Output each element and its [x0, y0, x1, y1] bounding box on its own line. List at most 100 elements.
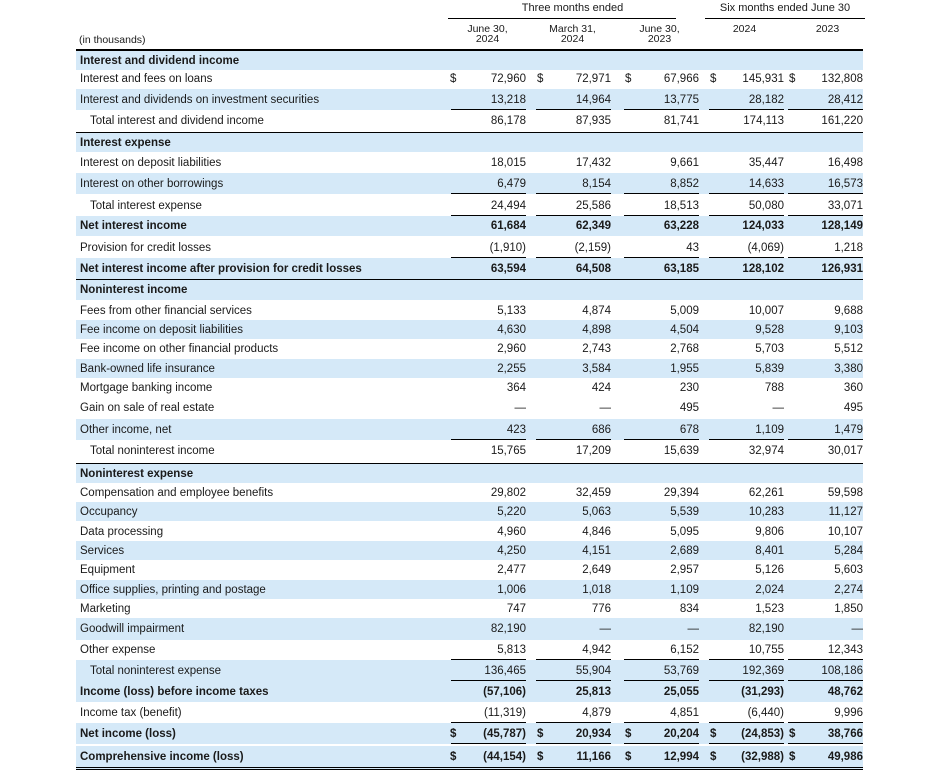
- row-label: Interest on deposit liabilities: [80, 156, 222, 169]
- col-header-4: 2024: [712, 24, 777, 35]
- cell-col-3: 9,661: [670, 156, 699, 169]
- table-row: Net interest income 61,684 62,349 63,228 124…: [76, 216, 863, 236]
- cell-col-1: 6,479: [497, 177, 526, 190]
- cell-col-1: (11,319): [484, 707, 526, 719]
- table-row: Gain on sale of real estate — — 495 — 495: [76, 397, 863, 419]
- cell-col-3: 4,851: [670, 707, 699, 719]
- cell-col-2: 4,879: [582, 707, 611, 719]
- cell-col-1: 1,006: [497, 583, 526, 596]
- cell-col-3: 834: [679, 602, 699, 615]
- row-label: Net interest income after provision for …: [80, 262, 362, 275]
- cell-col-5: 30,017: [827, 444, 863, 457]
- cell-col-4: 788: [764, 381, 784, 394]
- cell-col-4: 5,126: [755, 563, 784, 576]
- cell-col-5: 10,107: [827, 525, 863, 538]
- row-label: Provision for credit losses: [80, 241, 212, 254]
- cell-col-1: 13,218: [490, 93, 526, 106]
- cell-col-1: —: [514, 402, 527, 414]
- table-row: Other expense 5,813 4,942 6,152 10,755 12,343: [76, 640, 863, 660]
- table-row: Services 4,250 4,151 2,689 8,401 5,284: [76, 541, 863, 560]
- table-row: Total noninterest income 15,765 17,209 15,6…: [76, 440, 863, 461]
- cell-col-4: 32,974: [748, 444, 784, 457]
- cell-col-4: 2,024: [755, 583, 784, 596]
- table-row: Net interest income after provision for …: [76, 258, 863, 279]
- cell-col-2: 1,018: [582, 583, 611, 596]
- table-top-rule: [76, 49, 863, 50]
- cell-col-4: 9,528: [755, 323, 784, 336]
- table-row: Office supplies, printing and postage 1,0…: [76, 580, 863, 599]
- cell-col-2: 25,586: [575, 199, 611, 212]
- row-label: Office supplies, printing and postage: [80, 583, 266, 596]
- row-label: Income tax (benefit): [80, 707, 182, 719]
- currency-symbol: $: [450, 72, 457, 85]
- cell-col-3: 81,741: [663, 114, 699, 127]
- cell-col-4: (24,853): [741, 727, 784, 740]
- cell-col-1: (45,787): [483, 727, 526, 740]
- currency-symbol: $: [450, 750, 457, 763]
- row-label: Other expense: [80, 644, 156, 656]
- cell-col-1: 5,133: [497, 304, 526, 317]
- cell-col-5: 16,498: [827, 156, 863, 169]
- cell-col-1: 423: [506, 423, 526, 436]
- cell-col-1: 2,477: [497, 563, 526, 576]
- row-label: Comprehensive income (loss): [80, 750, 244, 763]
- cell-col-5: 128,149: [821, 220, 863, 232]
- currency-symbol: $: [789, 750, 796, 763]
- cell-col-1: 18,015: [490, 156, 526, 169]
- cell-col-5: 3,380: [834, 362, 863, 375]
- cell-col-5: 495: [843, 402, 863, 414]
- cell-col-2: 64,508: [575, 262, 611, 275]
- cell-col-4: 35,447: [748, 156, 784, 169]
- table-row: Occupancy 5,220 5,063 5,539 10,283 11,127: [76, 502, 863, 521]
- cell-col-4: 8,401: [755, 544, 784, 557]
- cell-col-3: 15,639: [663, 444, 699, 457]
- subtotal-rule: [709, 193, 784, 194]
- table-row: Comprehensive income (loss) (44,154) $11,1…: [76, 746, 863, 770]
- table-row: Interest on other borrowings 6,479 8,154 8,…: [76, 173, 863, 194]
- cell-col-3: 18,513: [663, 199, 699, 212]
- row-label: Total interest expense: [90, 199, 202, 212]
- cell-col-5: —: [851, 623, 864, 635]
- cell-col-2: 2,743: [582, 342, 611, 355]
- section-header-row: Interest and dividend income: [76, 50, 863, 70]
- cell-col-2: —: [599, 402, 612, 414]
- row-label: Fees from other financial services: [80, 304, 252, 317]
- table-row: Net income (loss) (45,787) $20,934 $20,204 $…: [76, 723, 863, 744]
- cell-col-5: 5,284: [834, 544, 863, 557]
- cell-col-4: (31,293): [741, 685, 784, 698]
- cell-col-5: 1,479: [834, 423, 863, 436]
- subtotal-rule: [536, 193, 611, 194]
- cell-col-5: 28,412: [827, 93, 863, 106]
- col-header-3: June 30, 2023: [627, 24, 692, 45]
- cell-col-5: 12,343: [827, 644, 863, 656]
- six-months-rule: [705, 18, 865, 19]
- cell-col-2: 17,432: [575, 156, 611, 169]
- cell-col-5: 9,103: [834, 323, 863, 336]
- cell-col-5: 126,931: [821, 262, 863, 275]
- table-row: Fees from other financial services 5,133 4…: [76, 301, 863, 320]
- cell-col-3: 67,966: [663, 72, 699, 85]
- subtotal-rule: [624, 743, 699, 744]
- units-label: (in thousands): [79, 34, 146, 46]
- col-header-line2: 2023: [647, 33, 672, 45]
- table-row: Interest and dividends on investment sec…: [76, 89, 863, 110]
- table-row: Data processing 4,960 4,846 5,095 9,806 10,10…: [76, 522, 863, 541]
- row-label: Noninterest income: [80, 284, 188, 296]
- cell-col-5: 132,808: [821, 72, 863, 85]
- cell-col-3: 4,504: [670, 323, 699, 336]
- cell-col-5: 5,512: [834, 342, 863, 355]
- cell-col-2: 87,935: [575, 114, 611, 127]
- cell-col-5: 9,688: [834, 304, 863, 317]
- cell-col-3: 2,957: [670, 563, 699, 576]
- cell-col-3: 25,055: [663, 685, 699, 698]
- cell-col-1: 24,494: [490, 199, 526, 212]
- table-row: Bank-owned life insurance 2,255 3,584 1,955…: [76, 359, 863, 378]
- cell-col-3: 678: [679, 423, 699, 436]
- section-header-row: Interest expense: [76, 132, 863, 152]
- cell-col-1: 2,255: [497, 362, 526, 375]
- cell-col-4: 82,190: [748, 623, 784, 635]
- cell-col-2: (2,159): [574, 241, 611, 254]
- cell-col-4: —: [772, 402, 785, 414]
- col-header-2: March 31, 2024: [540, 24, 605, 45]
- cell-col-4: 10,283: [748, 505, 784, 518]
